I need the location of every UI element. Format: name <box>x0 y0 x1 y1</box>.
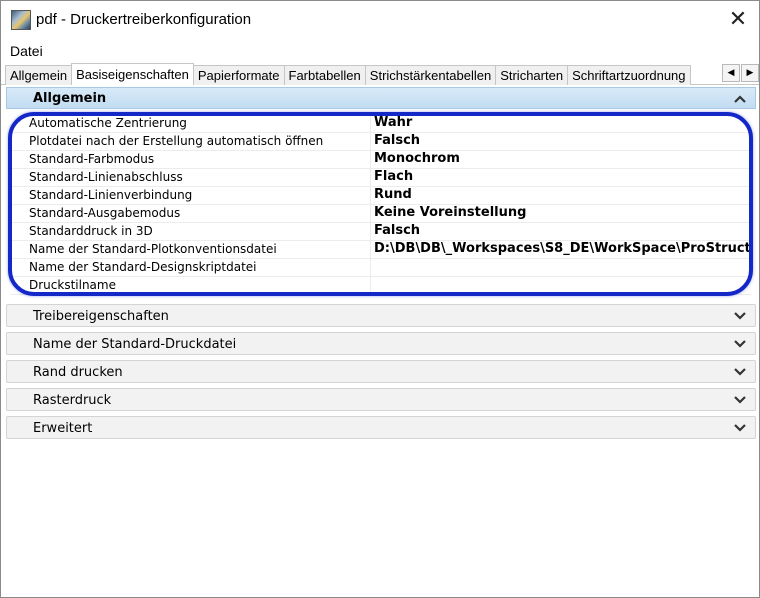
property-value[interactable]: Falsch <box>374 133 751 148</box>
property-name: Standarddruck in 3D <box>29 224 153 238</box>
tab-strichstärkentabellen[interactable]: Strichstärkentabellen <box>364 65 497 85</box>
property-value[interactable]: Monochrom <box>374 151 751 166</box>
tab-basiseigenschaften[interactable]: Basiseigenschaften <box>71 63 194 85</box>
chevron-down-icon <box>734 424 746 432</box>
column-divider <box>370 169 371 187</box>
column-divider <box>370 187 371 205</box>
chevron-down-icon <box>734 312 746 320</box>
property-name: Standard-Farbmodus <box>29 152 155 166</box>
property-row[interactable]: Standard-Linienverbindung Rund <box>11 187 751 205</box>
section-header-erweitert[interactable]: Erweitert <box>6 416 756 439</box>
column-divider <box>370 277 371 295</box>
section-title: Rand drucken <box>33 365 123 380</box>
property-value[interactable]: Rund <box>374 187 751 202</box>
section-header-rasterdruck[interactable]: Rasterdruck <box>6 388 756 411</box>
property-name: Standard-Ausgabemodus <box>29 206 181 220</box>
column-divider <box>370 223 371 241</box>
tab-strip: Allgemein Basiseigenschaften Papierformate… <box>1 63 759 85</box>
property-value[interactable]: Keine Voreinstellung <box>374 205 751 220</box>
property-row[interactable]: Standard-Farbmodus Monochrom <box>11 151 751 169</box>
property-value[interactable]: D:\DB\DB\_Workspaces\S8_DE\WorkSpace\Pro… <box>374 241 751 256</box>
chevron-up-icon <box>734 95 746 103</box>
section-header-name-der-standard-druckdatei[interactable]: Name der Standard-Druckdatei <box>6 332 756 355</box>
column-divider <box>370 115 371 133</box>
property-row[interactable]: Plotdatei nach der Erstellung automatisc… <box>11 133 751 151</box>
tab-allgemein[interactable]: Allgemein <box>5 65 73 85</box>
property-name: Druckstilname <box>29 278 116 292</box>
property-grid: Automatische Zentrierung Wahr Plotdatei na… <box>11 115 751 295</box>
menu-bar: Datei <box>1 41 759 61</box>
section-header-rand-drucken[interactable]: Rand drucken <box>6 360 756 383</box>
property-row[interactable]: Standarddruck in 3D Falsch <box>11 223 751 241</box>
column-divider <box>370 151 371 169</box>
section-header-allgemein[interactable]: Allgemein <box>6 87 756 109</box>
tab-farbtabellen[interactable]: Farbtabellen <box>283 65 366 85</box>
chevron-down-icon <box>734 396 746 404</box>
section-title: Rasterdruck <box>33 393 112 408</box>
property-value[interactable]: Wahr <box>374 115 751 130</box>
property-row[interactable]: Druckstilname <box>11 277 751 295</box>
menu-file[interactable]: Datei <box>10 43 43 59</box>
property-name: Name der Standard-Designskriptdatei <box>29 260 257 274</box>
property-name: Plotdatei nach der Erstellung automatisc… <box>29 134 324 148</box>
section-header-treibereigenschaften[interactable]: Treibereigenschaften <box>6 304 756 327</box>
tab-schriftartzuordnung[interactable]: Schriftartzuordnung <box>567 65 691 85</box>
property-name: Automatische Zentrierung <box>29 116 187 130</box>
column-divider <box>370 133 371 151</box>
column-divider <box>370 241 371 259</box>
tab-scroll-right-button[interactable]: ▶ <box>741 64 759 82</box>
section-title: Allgemein <box>33 91 107 106</box>
section-title: Treibereigenschaften <box>33 309 169 324</box>
section-title: Erweitert <box>33 421 93 436</box>
section-title: Name der Standard-Druckdatei <box>33 337 237 352</box>
property-name: Standard-Linienabschluss <box>29 170 183 184</box>
tab-papierformate[interactable]: Papierformate <box>192 65 285 85</box>
chevron-down-icon <box>734 340 746 348</box>
chevron-down-icon <box>734 368 746 376</box>
tab-list: Allgemein Basiseigenschaften Papierformate… <box>5 63 721 85</box>
close-button[interactable]: ✕ <box>715 1 760 39</box>
property-name: Standard-Linienverbindung <box>29 188 193 202</box>
tab-scroll-left-button[interactable]: ◀ <box>722 64 740 82</box>
tab-stricharten[interactable]: Stricharten <box>495 65 569 85</box>
property-row[interactable]: Automatische Zentrierung Wahr <box>11 115 751 133</box>
printer-driver-config-window: pdf - Druckertreiberkonfiguration ✕ Date… <box>0 0 760 598</box>
property-name: Name der Standard-Plotkonventionsdatei <box>29 242 277 256</box>
property-row[interactable]: Standard-Ausgabemodus Keine Voreinstellun… <box>11 205 751 223</box>
property-value[interactable]: Falsch <box>374 223 751 238</box>
column-divider <box>370 259 371 277</box>
property-row[interactable]: Standard-Linienabschluss Flach <box>11 169 751 187</box>
property-row[interactable]: Name der Standard-Plotkonventionsdatei D:… <box>11 241 751 259</box>
title-bar[interactable]: pdf - Druckertreiberkonfiguration ✕ <box>1 1 759 39</box>
window-title: pdf - Druckertreiberkonfiguration <box>36 11 252 28</box>
property-row[interactable]: Name der Standard-Designskriptdatei <box>11 259 751 277</box>
property-value[interactable]: Flach <box>374 169 751 184</box>
app-icon <box>11 10 31 30</box>
column-divider <box>370 205 371 223</box>
